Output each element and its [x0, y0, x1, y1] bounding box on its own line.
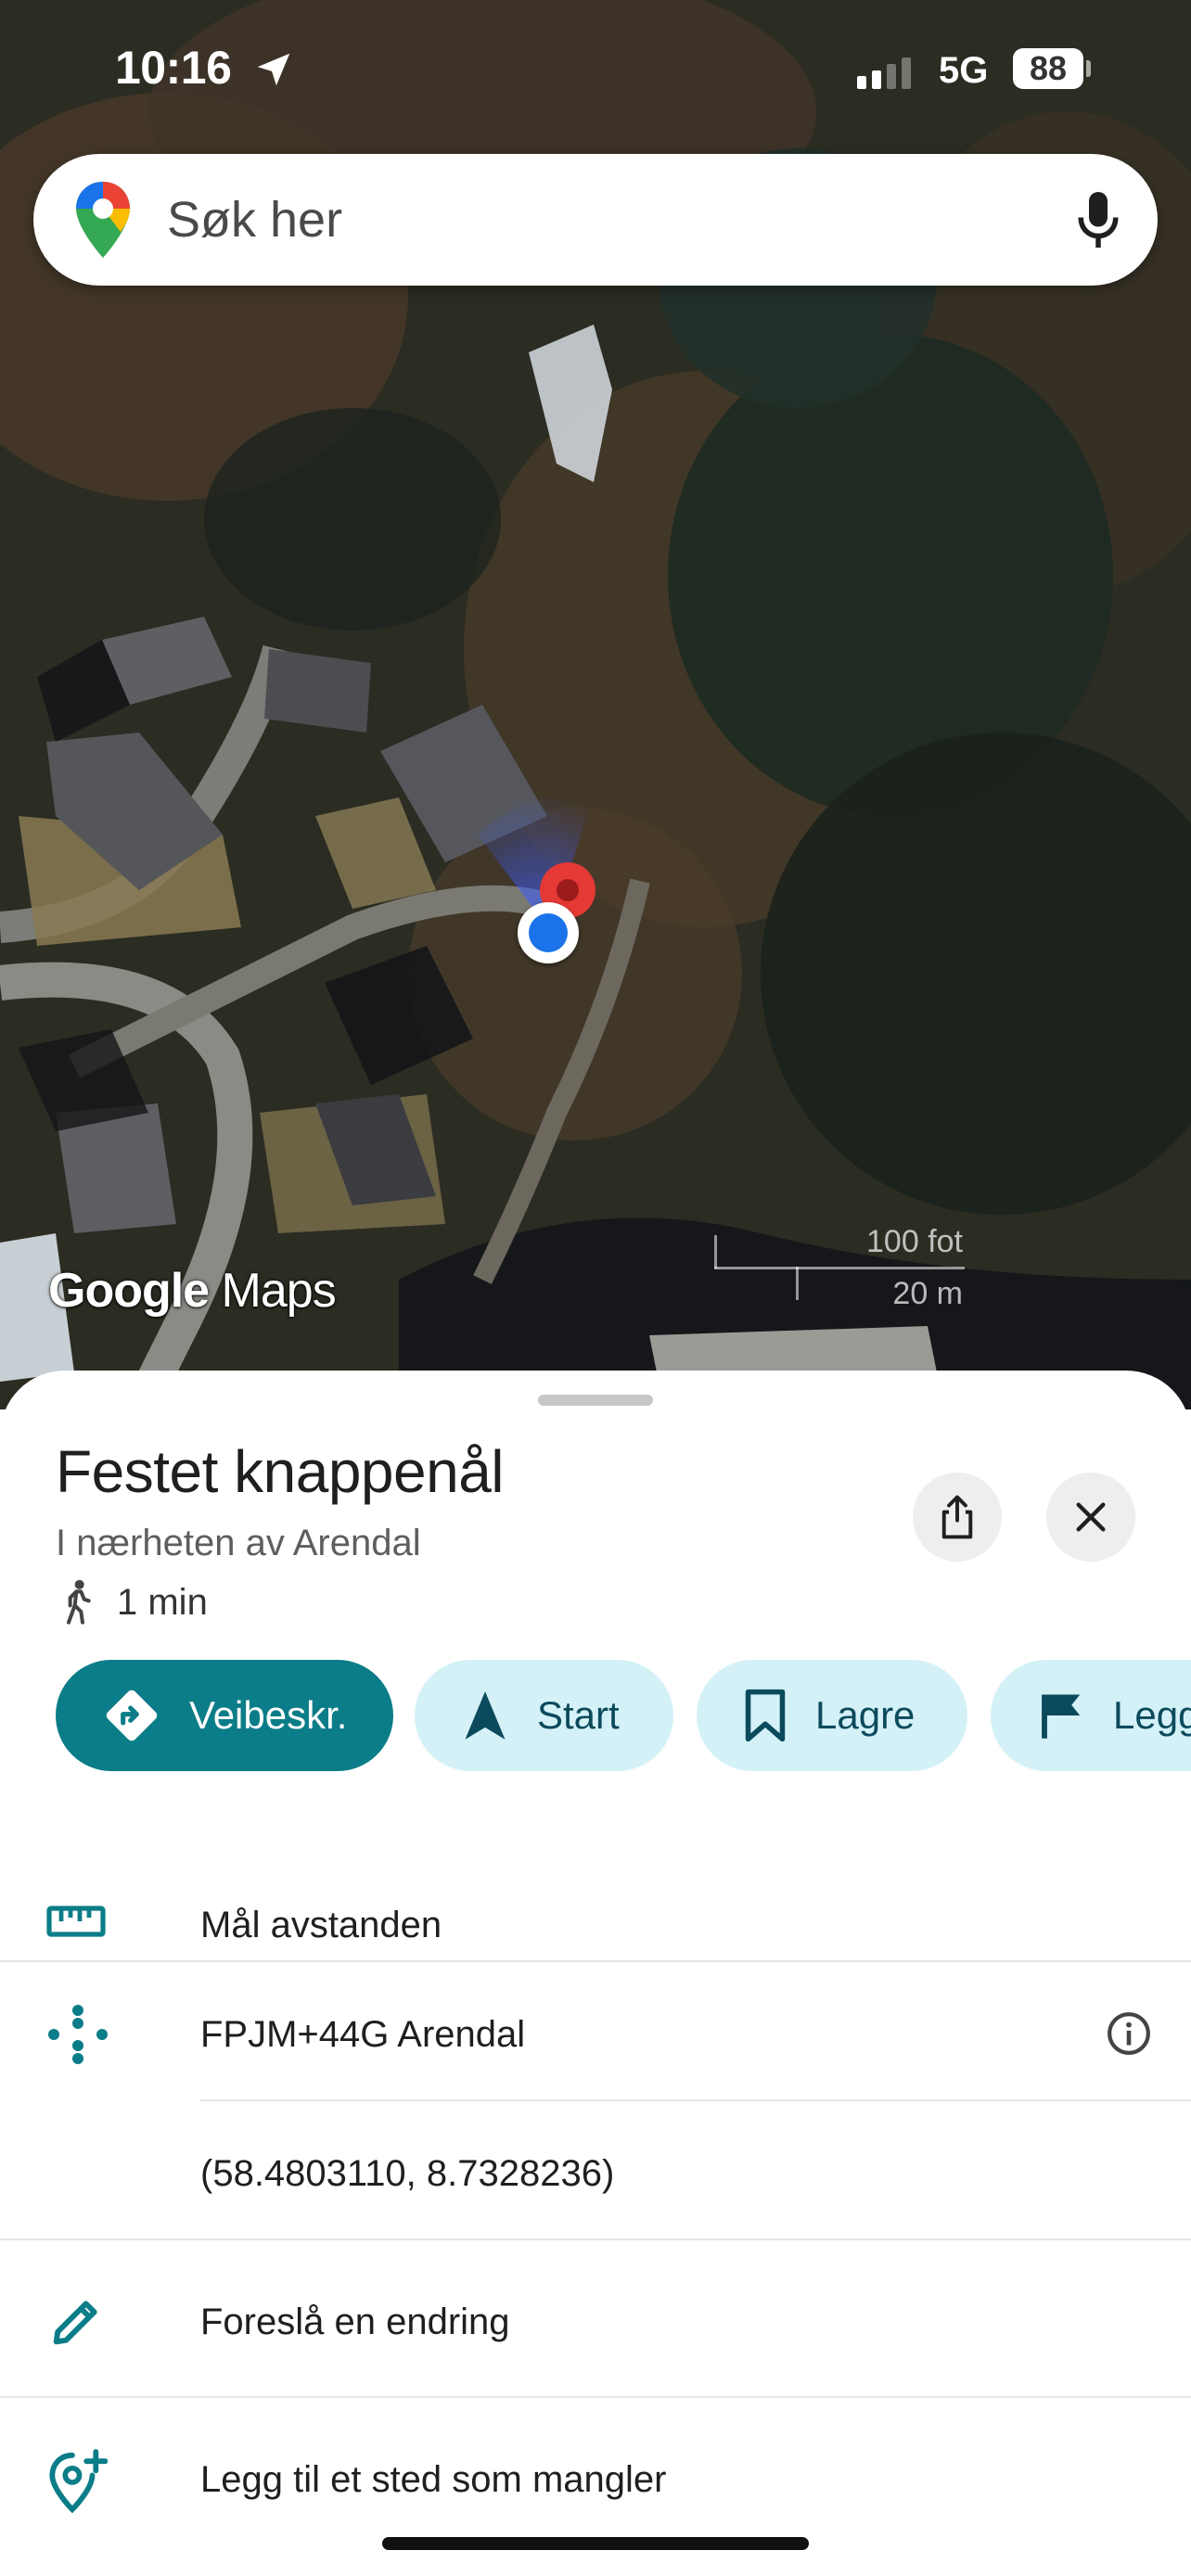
status-bar: 10:16 5G 88 — [0, 0, 1191, 139]
map-scale-bar: 100 fot 20 m — [714, 1222, 965, 1315]
start-label: Start — [537, 1693, 620, 1737]
place-bottom-sheet: Festet knappenål I nærheten av Arendal 1… — [0, 1371, 1191, 2576]
divider — [0, 2396, 1191, 2398]
share-button[interactable] — [913, 1473, 1002, 1562]
add-label-button[interactable]: Legg — [991, 1660, 1191, 1771]
plus-code-item[interactable]: FPJM+44G Arendal — [0, 1964, 1191, 2103]
measure-distance-label: Mål avstanden — [200, 1905, 442, 1945]
save-label: Lagre — [815, 1693, 916, 1737]
directions-icon — [106, 1690, 158, 1741]
google-maps-logo: Google Maps — [48, 1264, 337, 1318]
start-button[interactable]: Start — [415, 1660, 673, 1771]
add-label-label: Legg — [1113, 1693, 1191, 1737]
scale-label-meters: 20 m — [892, 1276, 963, 1311]
info-icon[interactable] — [1106, 2010, 1152, 2057]
network-type: 5G — [939, 50, 989, 91]
suggest-edit-label: Foreslå en endring — [200, 2302, 510, 2342]
action-chips: Veibeskr. Start Lagre Legg — [56, 1660, 1191, 1771]
close-button[interactable] — [1046, 1473, 1135, 1562]
my-location-dot — [518, 902, 579, 963]
suggest-edit-item[interactable]: Foreslå en endring — [0, 2242, 1191, 2398]
battery-icon: 88 — [1013, 48, 1083, 89]
walking-person-icon — [67, 1579, 91, 1625]
search-bar[interactable] — [33, 154, 1158, 286]
scale-label-feet: 100 fot — [866, 1224, 963, 1259]
microphone-icon[interactable] — [1070, 187, 1126, 252]
battery-cap — [1086, 60, 1091, 77]
save-button[interactable]: Lagre — [697, 1660, 967, 1771]
search-input[interactable] — [167, 191, 1002, 249]
place-subtitle: I nærheten av Arendal — [56, 1523, 421, 1563]
flag-icon — [1042, 1694, 1081, 1739]
pencil-icon — [53, 2301, 97, 2345]
signal-bars-icon — [857, 57, 911, 89]
place-title: Festet knappenål — [56, 1438, 505, 1505]
directions-button[interactable]: Veibeskr. — [56, 1660, 393, 1771]
walking-time: 1 min — [59, 1576, 208, 1628]
add-missing-place-label: Legg til et sted som mangler — [200, 2459, 667, 2500]
sheet-drag-handle[interactable] — [538, 1395, 653, 1406]
ruler-icon — [46, 1906, 106, 1937]
divider — [200, 2099, 1191, 2101]
add-location-icon — [49, 2449, 108, 2514]
walk-time-label: 1 min — [117, 1581, 208, 1623]
google-maps-pin-icon — [76, 182, 130, 258]
coordinates-item[interactable]: (58.4803110, 8.7328236) — [0, 2103, 1191, 2242]
satellite-map[interactable]: 10:16 5G 88 Google Maps 100 fot — [0, 0, 1191, 1409]
coordinates-label: (58.4803110, 8.7328236) — [200, 2153, 615, 2194]
location-arrow-icon — [257, 53, 290, 86]
add-missing-place-item[interactable]: Legg til et sted som mangler — [0, 2400, 1191, 2557]
divider — [0, 2238, 1191, 2240]
plus-code-label: FPJM+44G Arendal — [200, 2014, 526, 2055]
plus-code-dots-icon — [48, 2005, 108, 2064]
close-icon — [1076, 1502, 1106, 1532]
status-time: 10:16 — [115, 42, 232, 94]
share-icon — [941, 1495, 973, 1539]
divider — [0, 1960, 1191, 1962]
directions-label: Veibeskr. — [189, 1693, 348, 1737]
navigation-arrow-icon — [465, 1691, 506, 1740]
bookmark-icon — [745, 1689, 786, 1742]
home-indicator[interactable] — [382, 2537, 809, 2550]
